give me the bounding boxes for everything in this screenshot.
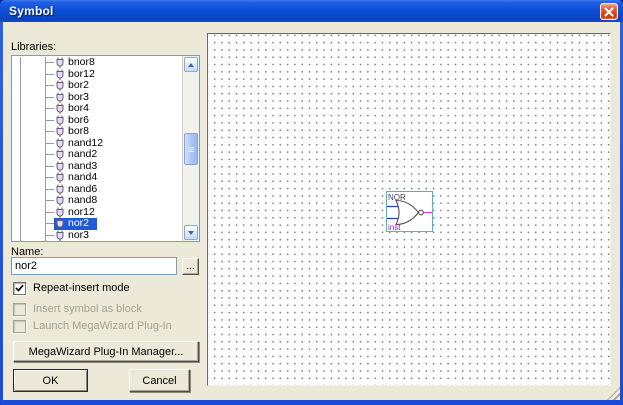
browse-button[interactable]: ... bbox=[182, 258, 199, 275]
tree-connector bbox=[12, 218, 54, 230]
cancel-button[interactable]: Cancel bbox=[129, 369, 190, 392]
tree-connector bbox=[12, 207, 54, 219]
close-icon bbox=[604, 7, 614, 16]
symbol-dialog: Symbol Libraries: bnor8 bor12 bor2 bor3 bor4… bbox=[0, 0, 623, 405]
tree-connector bbox=[12, 149, 54, 161]
title-bar[interactable]: Symbol bbox=[0, 0, 623, 22]
symbol-icon bbox=[56, 80, 64, 92]
list-item[interactable]: nor2 bbox=[12, 217, 182, 230]
list-item[interactable]: bor3 bbox=[12, 91, 182, 104]
inverter-bubble bbox=[418, 209, 424, 216]
tree-scrollbar[interactable] bbox=[182, 56, 199, 241]
list-item[interactable]: bor12 bbox=[12, 68, 182, 81]
checkbox-label: Launch MegaWizard Plug-In bbox=[33, 319, 172, 332]
symbol-icon bbox=[56, 149, 64, 161]
symbol-icon bbox=[56, 161, 64, 172]
checkbox-label: Insert symbol as block bbox=[33, 302, 142, 315]
tree-connector bbox=[12, 80, 54, 92]
symbol-icon bbox=[56, 103, 64, 115]
tree-connector bbox=[12, 184, 54, 196]
close-button[interactable] bbox=[600, 3, 618, 20]
scroll-down-button[interactable] bbox=[184, 225, 198, 240]
tree-connector bbox=[12, 126, 54, 138]
scroll-up-button[interactable] bbox=[184, 57, 198, 72]
tree-connector bbox=[12, 92, 54, 104]
list-item[interactable]: bor2 bbox=[12, 79, 182, 92]
checkbox-label: Repeat-insert mode bbox=[33, 281, 130, 294]
tree-connector bbox=[12, 161, 54, 173]
tree-connector bbox=[12, 172, 54, 184]
list-item[interactable]: nor12 bbox=[12, 206, 182, 219]
scrollbar-thumb[interactable] bbox=[184, 133, 198, 165]
symbol-icon bbox=[56, 126, 64, 138]
instance-name-text: inst bbox=[388, 223, 401, 231]
list-item[interactable]: nand8 bbox=[12, 194, 182, 207]
window-title: Symbol bbox=[9, 4, 54, 18]
libraries-tree[interactable]: bnor8 bor12 bor2 bor3 bor4 bor6 bor8 nand12 nand… bbox=[11, 55, 200, 242]
check-icon bbox=[15, 284, 24, 292]
tree-rows: bnor8 bor12 bor2 bor3 bor4 bor6 bor8 nand12 nand… bbox=[12, 57, 182, 241]
symbol-icon bbox=[56, 57, 64, 69]
arrow-up-icon bbox=[188, 62, 194, 67]
symbol-icon bbox=[56, 218, 64, 230]
checkbox-repeat-insert-mode[interactable]: Repeat-insert mode bbox=[13, 281, 130, 295]
symbol-icon bbox=[56, 195, 64, 207]
tree-connector bbox=[12, 115, 54, 127]
or-gate-body bbox=[395, 199, 420, 226]
tree-connector bbox=[12, 69, 54, 81]
list-item[interactable]: nor3 bbox=[12, 228, 182, 242]
list-item[interactable]: bor6 bbox=[12, 114, 182, 127]
symbol-icon bbox=[56, 207, 64, 218]
name-input[interactable] bbox=[11, 257, 177, 275]
symbol-icon bbox=[56, 230, 64, 241]
checkbox-box[interactable] bbox=[13, 281, 26, 295]
nor-gate-drawing: NOR inst bbox=[387, 193, 432, 232]
checkbox-insert-symbol-as-block[interactable]: Insert symbol as block bbox=[13, 302, 142, 316]
megawizard-plugin-manager-button[interactable]: MegaWizard Plug-In Manager... bbox=[13, 341, 199, 362]
symbol-icon bbox=[56, 115, 64, 126]
dialog-body: Libraries: bnor8 bor12 bor2 bor3 bor4 bor6 bor… bbox=[3, 22, 620, 400]
input-pins bbox=[387, 205, 399, 220]
symbol-icon bbox=[56, 92, 64, 103]
tree-connector bbox=[12, 138, 54, 150]
list-item-selectable[interactable]: nor3 bbox=[54, 228, 97, 242]
tree-connector bbox=[12, 103, 54, 115]
list-item-label: nor3 bbox=[68, 228, 90, 241]
tree-connector bbox=[12, 230, 54, 242]
checkbox-box[interactable] bbox=[13, 302, 26, 316]
nor2-symbol[interactable]: NOR inst bbox=[386, 191, 433, 232]
checkbox-launch-megawizard[interactable]: Launch MegaWizard Plug-In bbox=[13, 319, 172, 333]
tree-connector bbox=[12, 57, 54, 69]
symbol-icon bbox=[56, 69, 64, 80]
symbol-icon bbox=[56, 184, 64, 195]
tree-connector bbox=[12, 195, 54, 207]
symbol-icon bbox=[56, 172, 64, 184]
symbol-icon bbox=[56, 138, 64, 149]
list-item[interactable]: bnor8 bbox=[12, 57, 182, 69]
symbol-preview-canvas[interactable]: NOR inst bbox=[207, 33, 611, 386]
ok-button[interactable]: OK bbox=[13, 369, 88, 392]
resize-grip[interactable] bbox=[607, 387, 620, 400]
arrow-down-icon bbox=[188, 230, 194, 235]
libraries-label: Libraries: bbox=[11, 41, 57, 53]
checkbox-box[interactable] bbox=[13, 319, 26, 333]
list-item[interactable]: bor4 bbox=[12, 102, 182, 115]
